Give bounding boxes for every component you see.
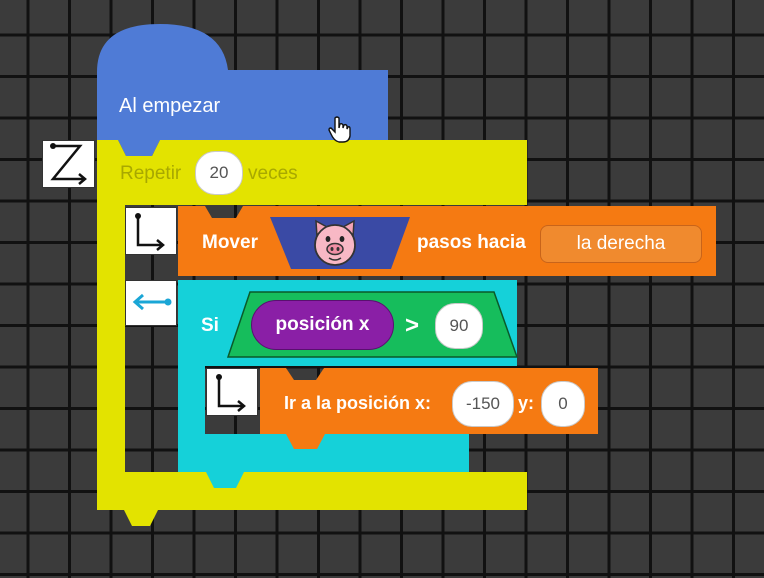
zigzag-icon[interactable] (42, 140, 95, 188)
repeat-count-field[interactable]: 20 (195, 151, 243, 195)
repeat-veces-label: veces (248, 163, 298, 184)
move-label: Mover (202, 232, 258, 253)
move-direction-label: pasos hacia (417, 232, 526, 253)
repeat-label: Repetir (120, 163, 182, 184)
start-block-label: Al empezar (119, 95, 221, 117)
condition-value-field[interactable]: 90 (435, 303, 483, 349)
arrow-left-icon[interactable] (125, 280, 177, 326)
goto-y-label: y: (518, 393, 535, 413)
if-label: Si (201, 315, 219, 336)
corner-down-right-icon[interactable] (125, 207, 177, 255)
goto-x-field[interactable]: -150 (452, 381, 514, 427)
hand-cursor-icon (328, 116, 351, 143)
direction-dropdown[interactable]: la derecha (540, 225, 702, 263)
goto-y-field[interactable]: 0 (541, 381, 585, 427)
blocks-canvas (97, 24, 716, 526)
goto-x-label: Ir a la posición x: (284, 393, 432, 413)
corner-down-right-icon[interactable] (206, 368, 258, 416)
operator-label: > (405, 312, 420, 339)
pig-face-icon (314, 219, 356, 266)
variable-reporter[interactable]: posición x (251, 300, 394, 350)
